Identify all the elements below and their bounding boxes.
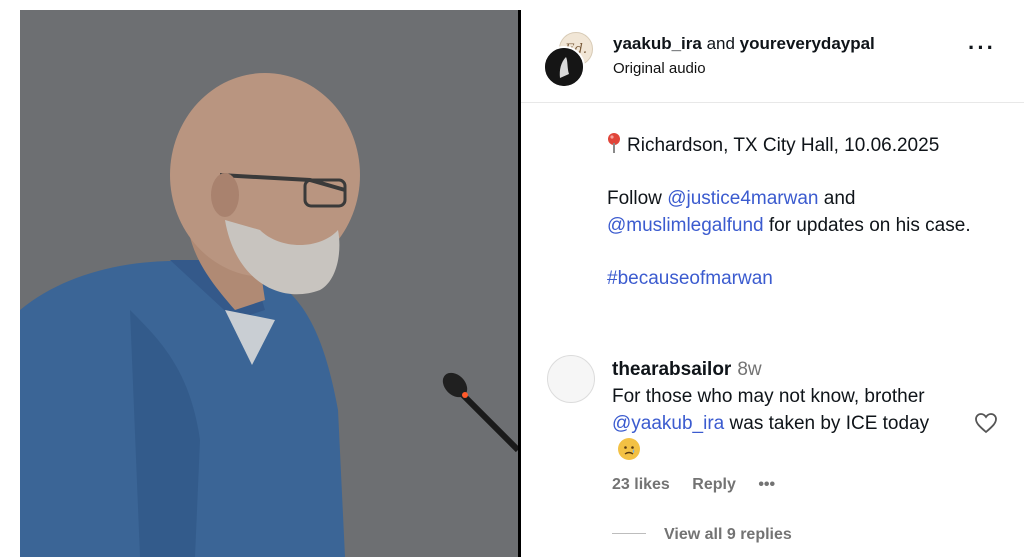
location-text: Richardson, TX City Hall, 10.06.2025 bbox=[627, 135, 940, 156]
commenter-username[interactable]: thearabsailor bbox=[612, 359, 731, 380]
post-sidebar: Ed. yaakub_ira and youreverydaypal Origi… bbox=[521, 10, 1024, 557]
mention-justice4marwan[interactable]: @justice4marwan bbox=[667, 188, 818, 209]
comment-text-prefix: For those who may not know, brother bbox=[612, 386, 925, 407]
authors-joiner: and bbox=[701, 34, 740, 53]
follow-and: and bbox=[818, 188, 856, 209]
author-avatar-image bbox=[545, 48, 583, 86]
comment-more-icon[interactable]: ••• bbox=[758, 476, 775, 493]
comment-text-suffix: was taken by ICE today bbox=[724, 413, 930, 434]
caption-hashtag: #becauseofmarwan bbox=[607, 265, 999, 292]
sad-face-emoji-icon bbox=[618, 438, 640, 460]
caption-location: Richardson, TX City Hall, 10.06.2025 bbox=[607, 132, 999, 159]
more-options-icon[interactable]: ··· bbox=[968, 37, 996, 59]
post-header: Ed. yaakub_ira and youreverydaypal Origi… bbox=[521, 10, 1024, 103]
commenter-avatar[interactable] bbox=[547, 355, 595, 403]
view-replies-text: View all 9 replies bbox=[664, 526, 792, 543]
coauthor-username[interactable]: youreverydaypal bbox=[740, 34, 875, 53]
author-username[interactable]: yaakub_ira bbox=[613, 34, 702, 53]
comment-reply-button[interactable]: Reply bbox=[692, 476, 736, 493]
replies-divider bbox=[612, 533, 646, 534]
follow-prefix: Follow bbox=[607, 188, 668, 209]
heart-outline-icon[interactable] bbox=[974, 412, 998, 439]
post-caption: Richardson, TX City Hall, 10.06.2025 Fol… bbox=[607, 132, 999, 318]
caption-follow: Follow @justice4marwan and @muslimlegalf… bbox=[607, 185, 999, 239]
audio-label[interactable]: Original audio bbox=[613, 60, 706, 77]
hashtag-link[interactable]: #becauseofmarwan bbox=[607, 268, 773, 289]
video-frame[interactable] bbox=[20, 10, 521, 557]
comment-actions: 23 likes Reply ••• bbox=[612, 476, 793, 494]
mention-muslimlegalfund[interactable]: @muslimlegalfund bbox=[607, 215, 764, 236]
post-authors: yaakub_ira and youreverydaypal bbox=[613, 34, 875, 54]
author-avatar[interactable] bbox=[543, 46, 585, 88]
view-replies-button[interactable]: View all 9 replies bbox=[612, 526, 792, 544]
comment-timestamp[interactable]: 8w bbox=[737, 359, 761, 380]
speaker-illustration bbox=[20, 10, 518, 557]
comment-likes[interactable]: 23 likes bbox=[612, 476, 670, 493]
follow-suffix: for updates on his case. bbox=[763, 215, 971, 236]
comment-mention[interactable]: @yaakub_ira bbox=[612, 413, 724, 434]
map-pin-icon bbox=[608, 133, 620, 153]
comment-body: thearabsailor 8w For those who may not kn… bbox=[612, 356, 952, 464]
